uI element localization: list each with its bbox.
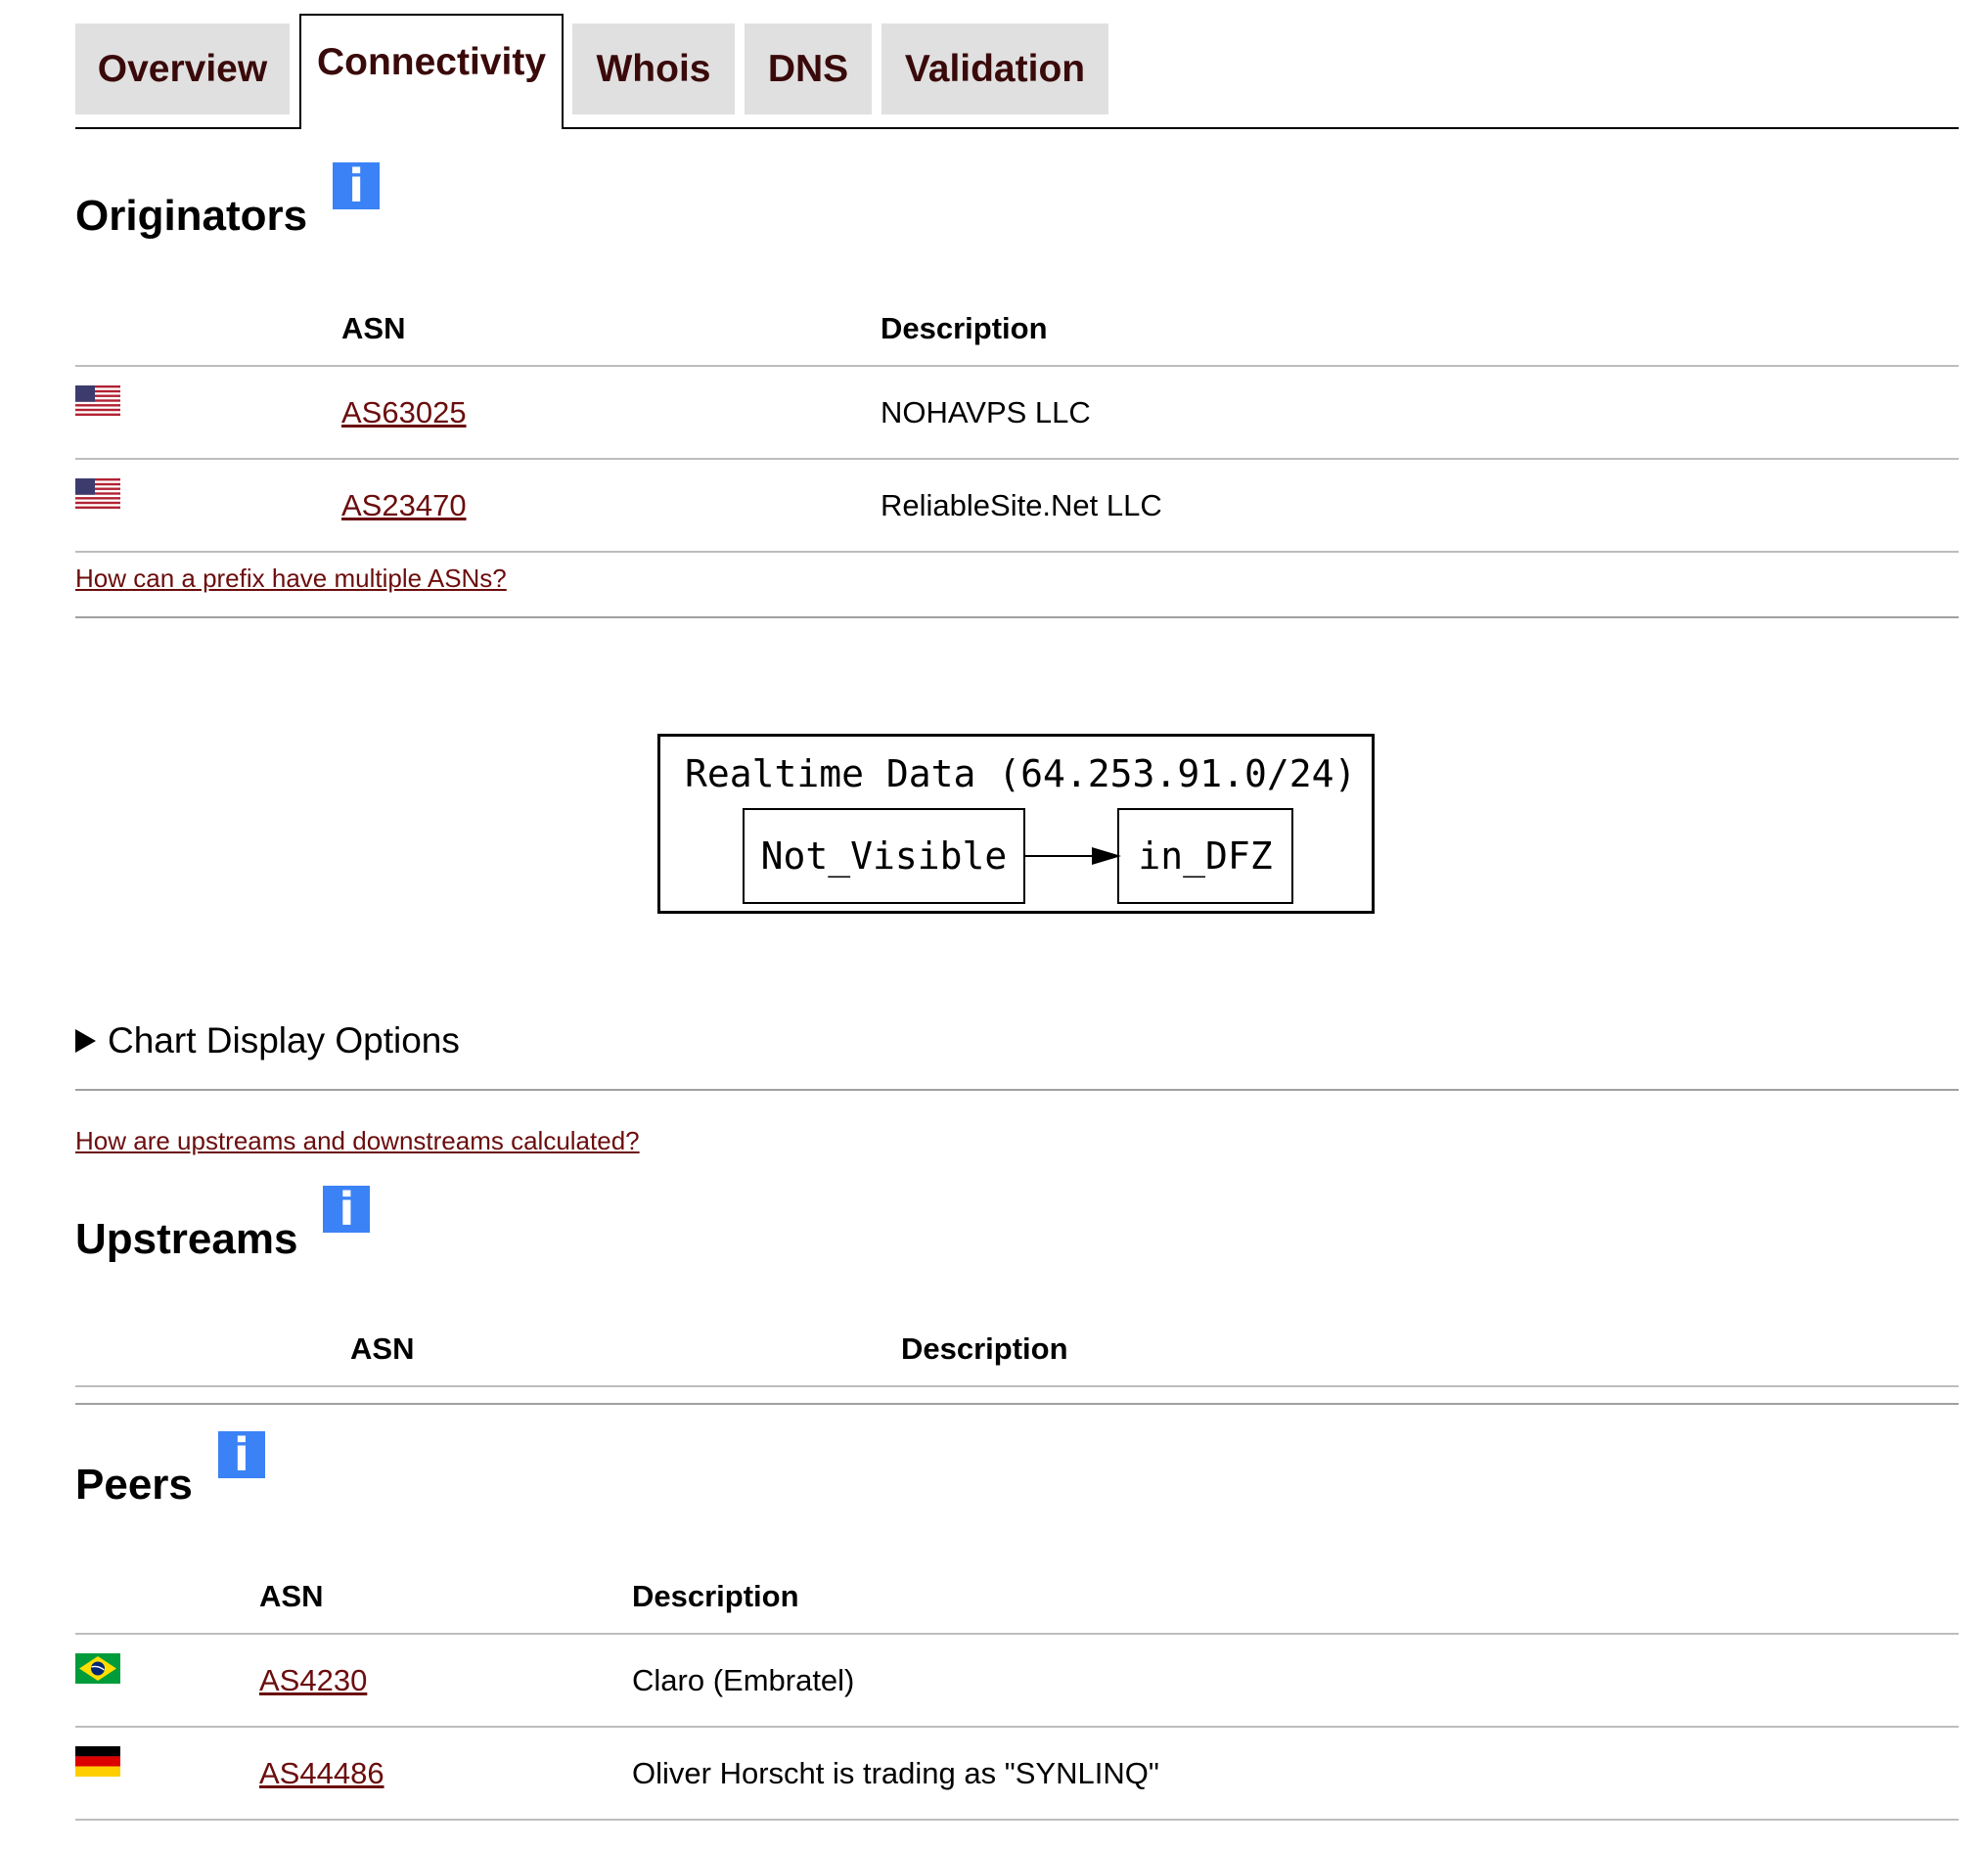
tab-overview[interactable]: Overview (75, 23, 290, 114)
divider (75, 616, 1959, 618)
upstreams-table: ASN Description (75, 1312, 1959, 1387)
tab-whois[interactable]: Whois (572, 23, 735, 114)
de-flag-icon (75, 1745, 120, 1777)
description-cell: Claro (Embratel) (632, 1634, 1959, 1728)
info-icon[interactable]: i (323, 1186, 371, 1233)
flag-column-header (75, 292, 341, 367)
asn-column-header: ASN (259, 1559, 632, 1635)
page-content: Overview Connectivity Whois DNS Validati… (75, 0, 1959, 1821)
table-row: AS23470 ReliableSite.Net LLC (75, 459, 1959, 553)
asn-link[interactable]: AS63025 (341, 395, 467, 429)
originators-heading: Originators i (75, 162, 381, 241)
tab-connectivity[interactable]: Connectivity (299, 14, 564, 129)
tab-dns[interactable]: DNS (745, 23, 872, 114)
originators-table: ASN Description AS63025 NOHAVPS LLC AS23… (75, 292, 1959, 553)
us-flag-icon (75, 477, 120, 509)
table-row: AS4230 Claro (Embratel) (75, 1634, 1959, 1728)
chart-display-options-toggle[interactable]: Chart Display Options (75, 1020, 460, 1061)
in-dfz-node: in_DFZ (1117, 808, 1293, 904)
upstreams-help-link[interactable]: How are upstreams and downstreams calcul… (75, 1126, 640, 1156)
info-icon[interactable]: i (217, 1431, 265, 1478)
originators-title: Originators (75, 192, 308, 240)
multiple-asns-help-link[interactable]: How can a prefix have multiple ASNs? (75, 564, 507, 594)
disclosure-triangle-icon (75, 1029, 96, 1053)
info-icon[interactable]: i (333, 162, 381, 209)
description-column-header: Description (881, 292, 1959, 367)
description-cell: Oliver Horscht is trading as "SYNLINQ" (632, 1727, 1959, 1821)
table-row: AS63025 NOHAVPS LLC (75, 366, 1959, 460)
description-column-header: Description (632, 1559, 1959, 1635)
divider (75, 1403, 1959, 1405)
peers-heading: Peers i (75, 1431, 265, 1510)
upstreams-heading: Upstreams i (75, 1186, 371, 1264)
upstreams-title: Upstreams (75, 1215, 298, 1263)
peers-title: Peers (75, 1461, 193, 1509)
tab-bar: Overview Connectivity Whois DNS Validati… (75, 0, 1959, 129)
asn-link[interactable]: AS23470 (341, 488, 467, 522)
description-column-header: Description (901, 1312, 1959, 1387)
arrow-icon (1025, 847, 1121, 865)
asn-column-header: ASN (341, 292, 881, 367)
chart-display-options-label: Chart Display Options (108, 1020, 460, 1060)
asn-link[interactable]: AS4230 (259, 1663, 367, 1697)
peers-table: ASN Description AS4230 Claro (Embratel) (75, 1559, 1959, 1821)
table-row: AS44486 Oliver Horscht is trading as "SY… (75, 1727, 1959, 1821)
br-flag-icon (75, 1652, 120, 1684)
flag-column-header (75, 1312, 350, 1387)
realtime-data-diagram: Realtime Data (64.253.91.0/24) Not_Visib… (657, 734, 1375, 914)
not-visible-node: Not_Visible (743, 808, 1025, 904)
asn-link[interactable]: AS44486 (259, 1756, 384, 1790)
us-flag-icon (75, 384, 120, 416)
description-cell: ReliableSite.Net LLC (881, 459, 1959, 553)
asn-column-header: ASN (350, 1312, 901, 1387)
diagram-title: Realtime Data (64.253.91.0/24) (685, 752, 1357, 795)
flag-column-header (75, 1559, 259, 1635)
description-cell: NOHAVPS LLC (881, 366, 1959, 460)
divider (75, 1089, 1959, 1091)
tab-validation[interactable]: Validation (881, 23, 1108, 114)
